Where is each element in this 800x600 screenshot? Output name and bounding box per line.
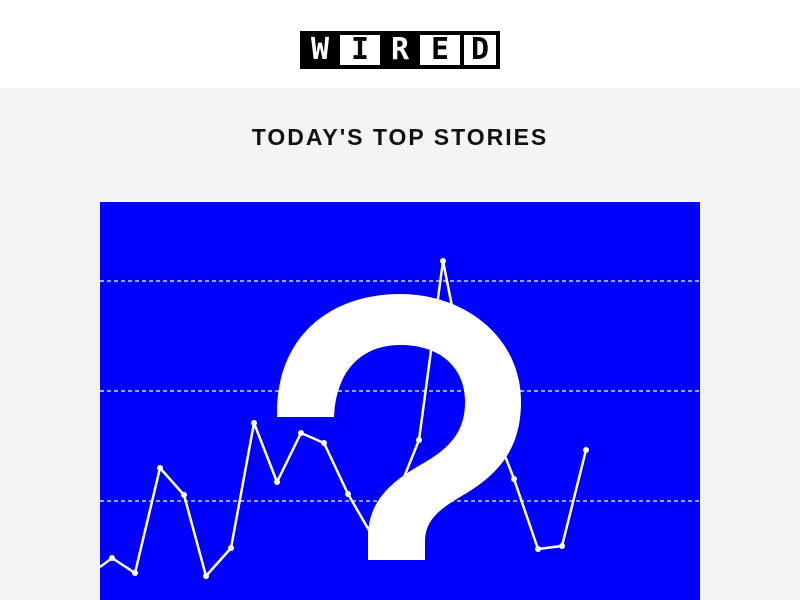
wired-logo[interactable]: W I R E D [300,31,500,69]
logo-letter-d-frame: D [460,31,500,69]
logo-letter-w: W [300,31,340,69]
logo-letter-e: E [420,31,460,69]
logo-letter-r: R [380,31,420,69]
section-title: TODAY'S TOP STORIES [251,124,549,150]
hero-illustration [100,258,700,579]
logo-letter-d: D [464,35,496,65]
email-header: W I R E D [0,0,800,88]
logo-letter-i: I [340,31,380,69]
hero-image[interactable] [100,202,700,600]
question-mark-icon [276,294,521,560]
